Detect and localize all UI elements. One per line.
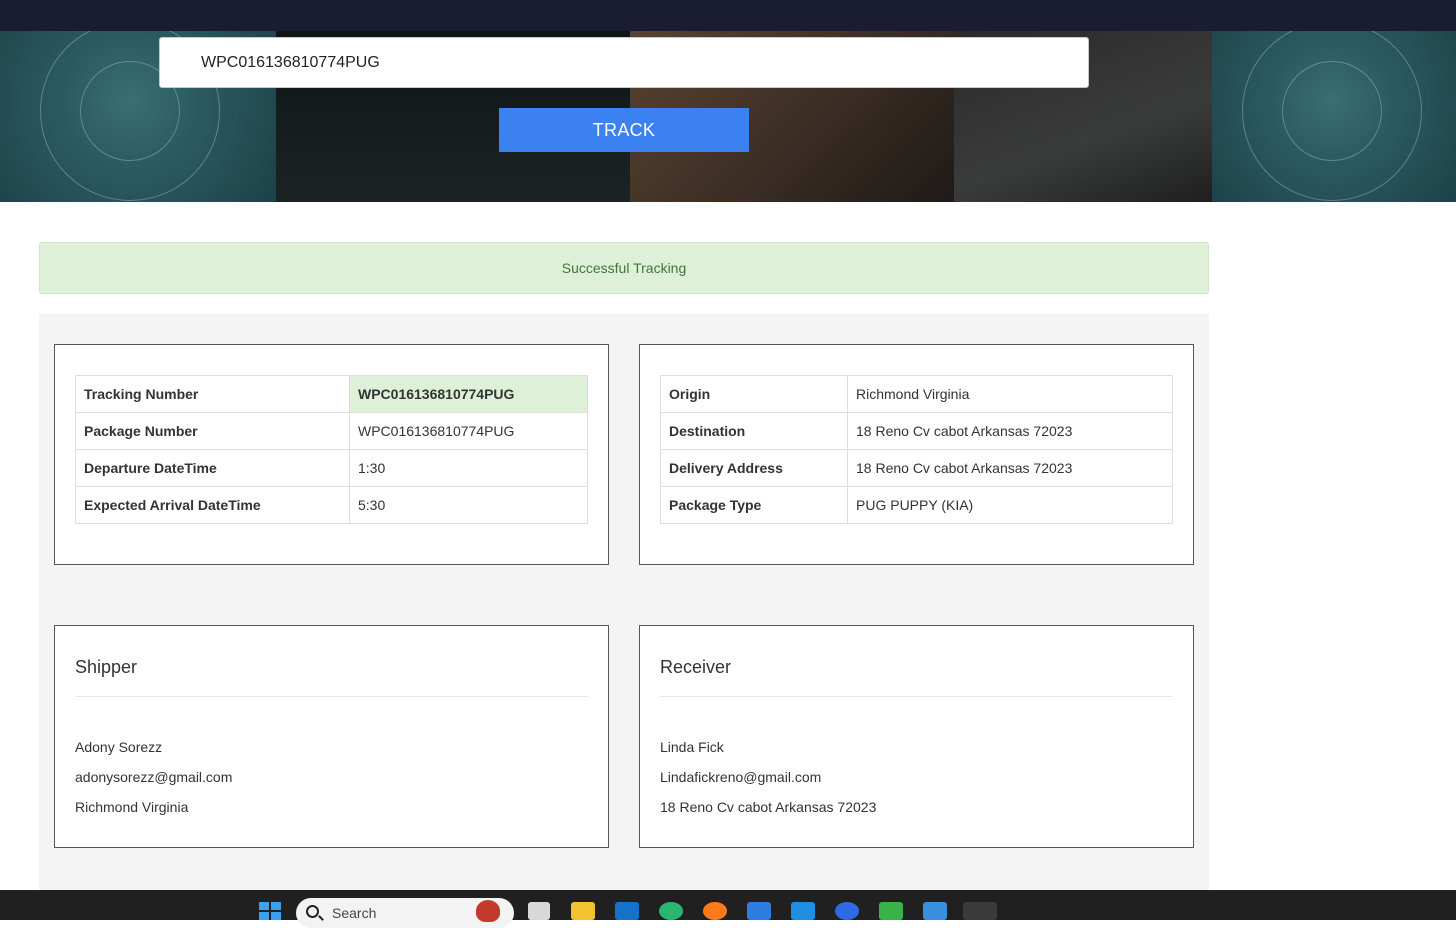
package-number-label: Package Number: [75, 412, 350, 450]
outlook-icon[interactable]: [615, 902, 639, 920]
pycharm-icon[interactable]: [879, 902, 903, 920]
departure-datetime-value: 1:30: [349, 449, 588, 487]
arrival-datetime-label: Expected Arrival DateTime: [75, 486, 350, 524]
tracking-results: Tracking Number WPC016136810774PUG Packa…: [39, 314, 1209, 890]
table-row: Destination 18 Reno Cv cabot Arkansas 72…: [660, 412, 1173, 450]
delivery-address-label: Delivery Address: [660, 449, 848, 487]
package-type-value: PUG PUPPY (KIA): [847, 486, 1173, 524]
firefox-icon[interactable]: [703, 902, 727, 920]
delivery-address-value: 18 Reno Cv cabot Arkansas 72023: [847, 449, 1173, 487]
taskbar-search-box[interactable]: Search: [296, 898, 514, 928]
shipper-address: Richmond Virginia: [75, 799, 189, 815]
shipper-name: Adony Sorezz: [75, 739, 163, 755]
shipment-details-card: Tracking Number WPC016136810774PUG Packa…: [54, 344, 609, 565]
shipper-card: Shipper Adony Sorezz adonysorezz@gmail.c…: [54, 625, 609, 848]
origin-value: Richmond Virginia: [847, 375, 1173, 413]
route-details-table: Origin Richmond Virginia Destination 18 …: [660, 375, 1173, 524]
table-row: Origin Richmond Virginia: [660, 375, 1173, 413]
snipping-tool-icon[interactable]: [963, 902, 997, 920]
receiver-title: Receiver: [660, 657, 732, 677]
departure-datetime-label: Departure DateTime: [75, 449, 350, 487]
table-row: Package Type PUG PUPPY (KIA): [660, 486, 1173, 524]
shipper-title: Shipper: [75, 657, 138, 677]
arrival-datetime-value: 5:30: [349, 486, 588, 524]
hero-map-image-right: [1212, 31, 1456, 202]
search-icon: [306, 905, 319, 918]
shipper-email: adonysorezz@gmail.com: [75, 769, 233, 785]
alert-message: Successful Tracking: [561, 260, 687, 276]
start-icon[interactable]: [259, 902, 281, 920]
store-icon[interactable]: [747, 902, 771, 920]
zoom-icon[interactable]: [835, 902, 859, 920]
receiver-address: 18 Reno Cv cabot Arkansas 72023: [660, 799, 877, 815]
receiver-card: Receiver Linda Fick Lindafickreno@gmail.…: [639, 625, 1194, 848]
divider: [660, 696, 1173, 697]
table-row: Departure DateTime 1:30: [75, 449, 588, 487]
table-row: Delivery Address 18 Reno Cv cabot Arkans…: [660, 449, 1173, 487]
destination-label: Destination: [660, 412, 848, 450]
tracking-number-value: WPC016136810774PUG: [349, 375, 588, 413]
top-nav-bar: [0, 0, 1456, 31]
windows-taskbar: [0, 890, 1456, 920]
task-view-icon[interactable]: [528, 902, 550, 920]
divider: [75, 696, 588, 697]
tracking-number-label: Tracking Number: [75, 375, 350, 413]
destination-value: 18 Reno Cv cabot Arkansas 72023: [847, 412, 1173, 450]
table-row: Expected Arrival DateTime 5:30: [75, 486, 588, 524]
table-row: Package Number WPC016136810774PUG: [75, 412, 588, 450]
route-details-card: Origin Richmond Virginia Destination 18 …: [639, 344, 1194, 565]
file-explorer-icon[interactable]: [571, 902, 595, 920]
receiver-email: Lindafickreno@gmail.com: [660, 769, 822, 785]
chrome-profile-icon[interactable]: [659, 902, 683, 920]
success-alert: Successful Tracking: [39, 242, 1209, 294]
photos-icon[interactable]: [923, 902, 947, 920]
shipment-details-table: Tracking Number WPC016136810774PUG Packa…: [75, 375, 588, 524]
origin-label: Origin: [660, 375, 848, 413]
track-button[interactable]: TRACK: [499, 108, 749, 152]
search-highlight-icon: [476, 900, 500, 922]
package-type-label: Package Type: [660, 486, 848, 524]
taskbar-search-label: Search: [332, 905, 377, 921]
tracking-number-input[interactable]: [159, 37, 1089, 88]
onedrive-icon[interactable]: [791, 902, 815, 920]
table-row: Tracking Number WPC016136810774PUG: [75, 375, 588, 413]
receiver-name: Linda Fick: [660, 739, 724, 755]
package-number-value: WPC016136810774PUG: [349, 412, 588, 450]
